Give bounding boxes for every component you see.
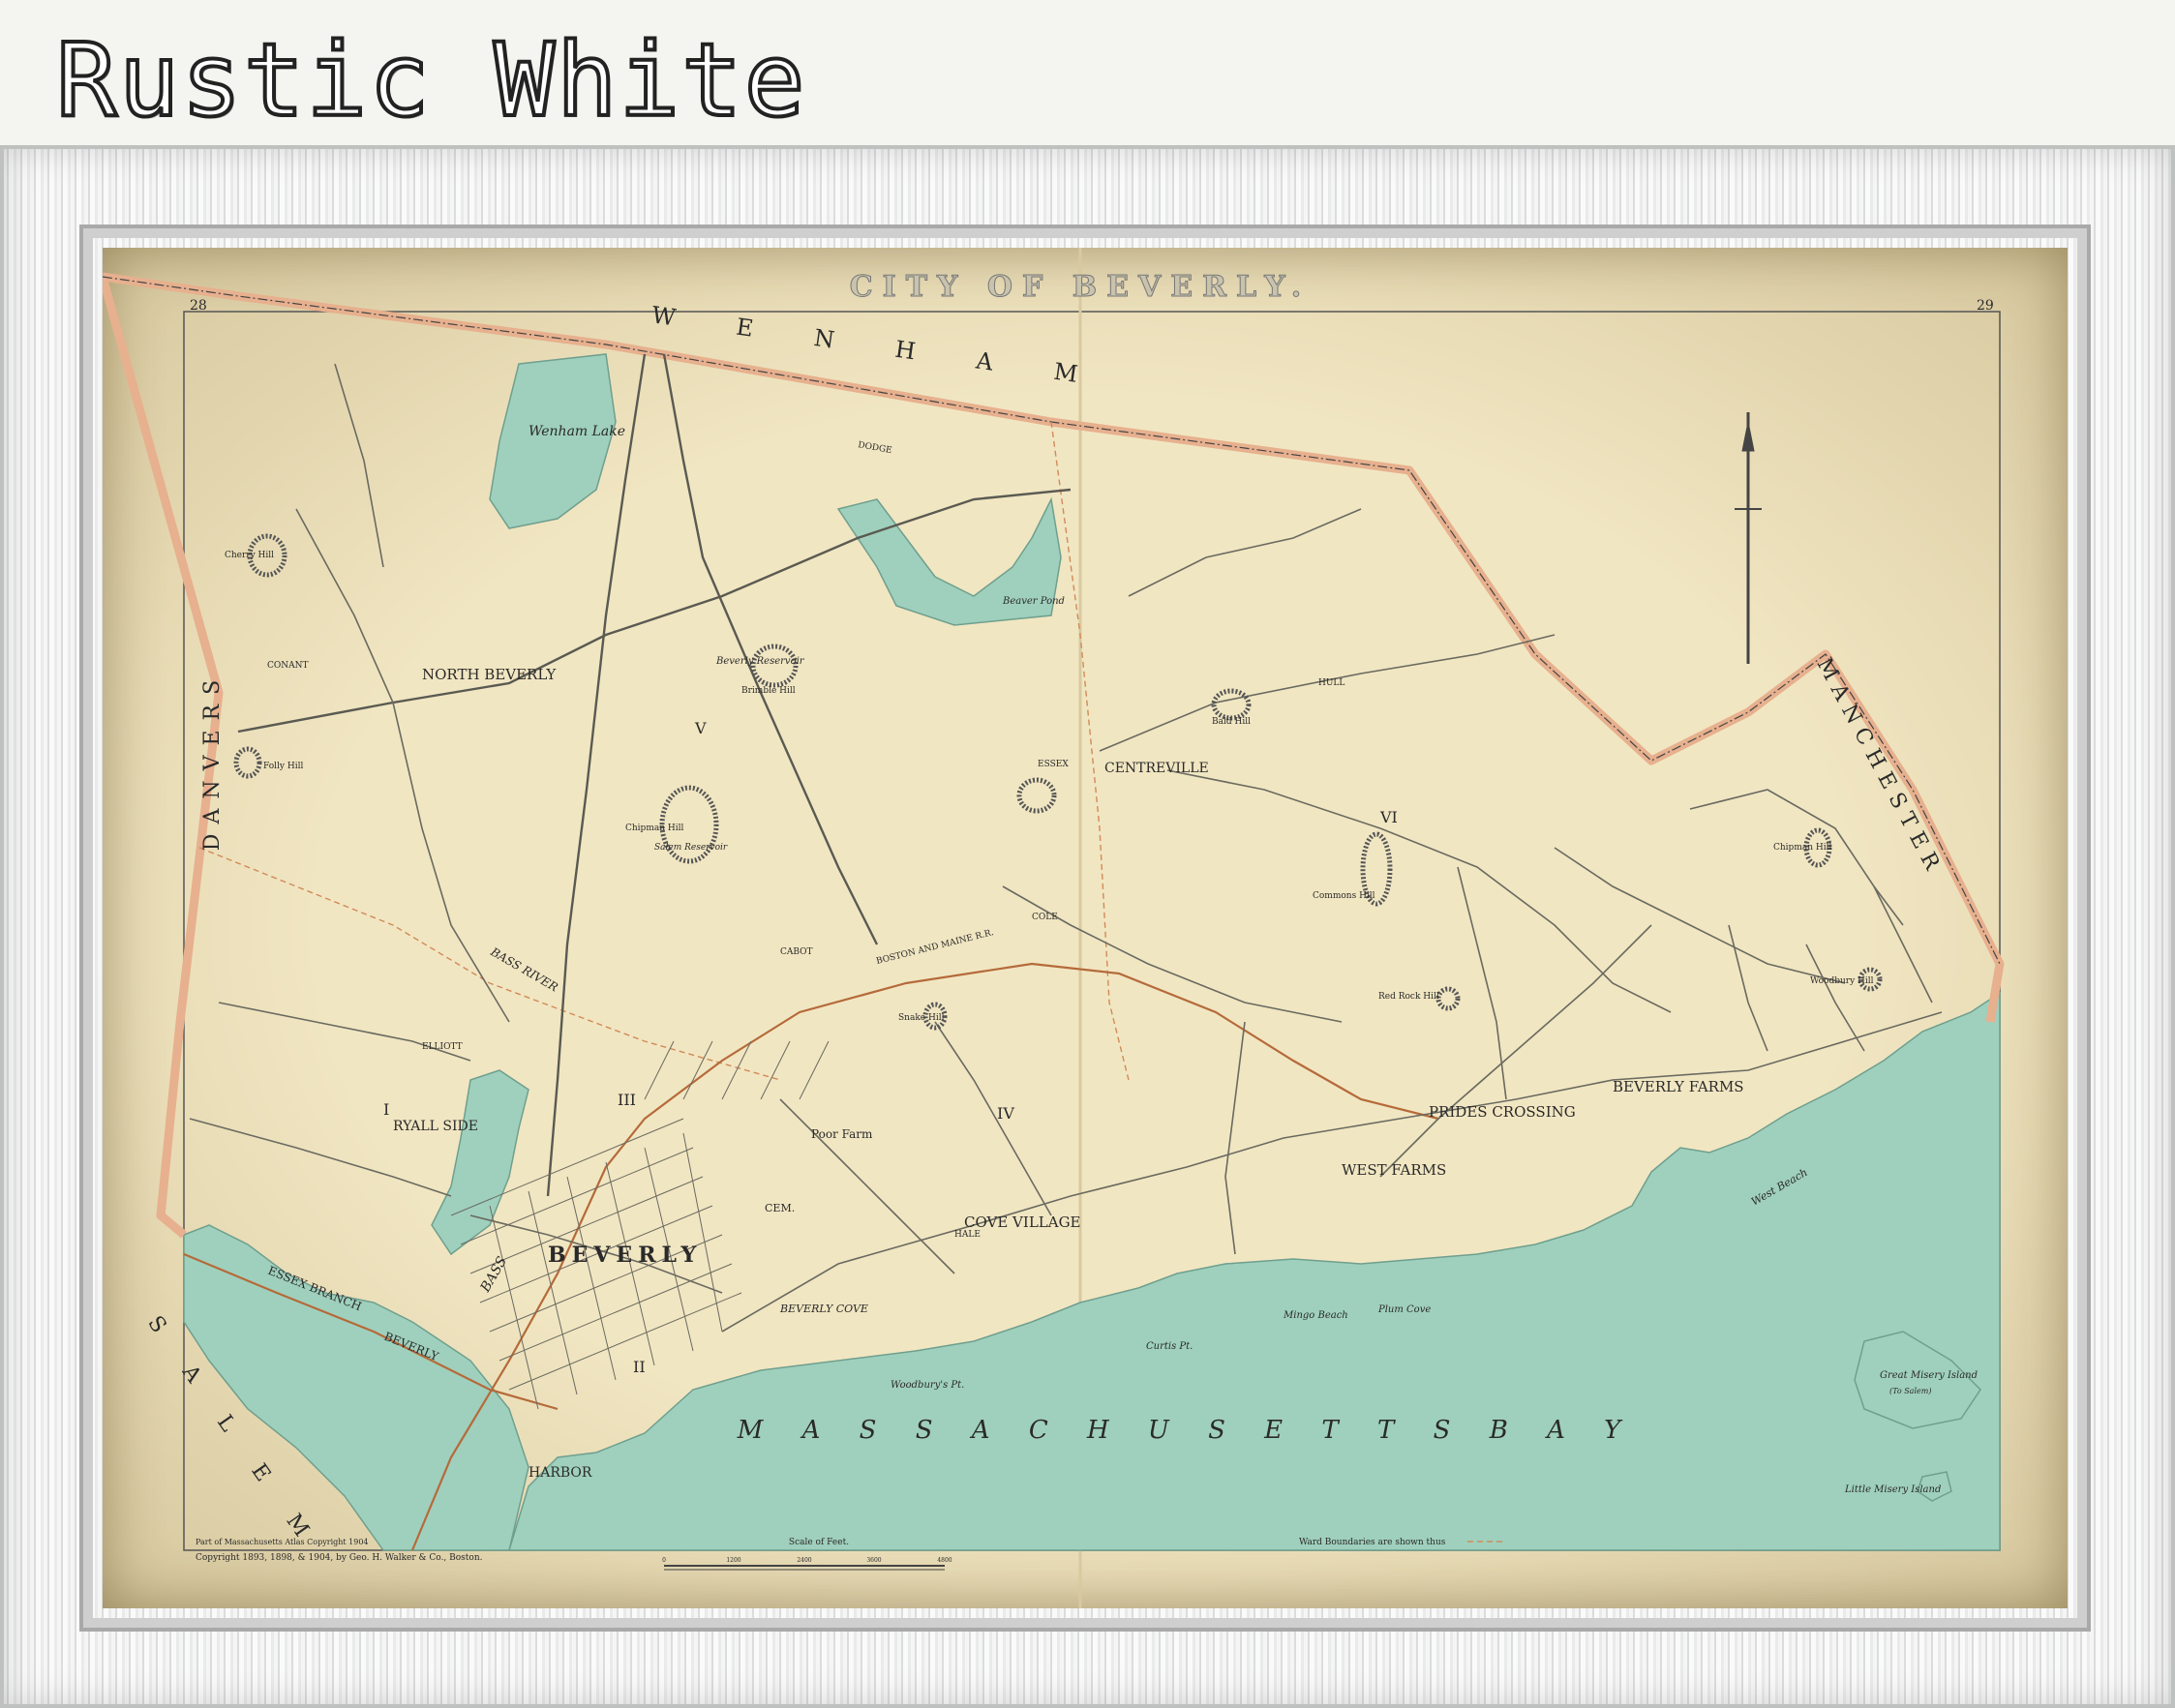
ward-boundary-2 [1050,421,1130,1081]
hill-label-chipman-left: Chipman Hill [625,824,683,833]
place-beverly-farms: BEVERLY FARMS [1613,1078,1744,1095]
water-label-harbor: HARBOR [529,1465,592,1481]
hill-label-brimble: Brimble Hill [741,686,796,696]
page-number-left: 28 [190,298,207,314]
water-label-massachusetts-bay: M A S S A C H U S E T T S B A Y [737,1416,1637,1445]
water-label-curtis-pt: Curtis Pt. [1146,1341,1193,1352]
massachusetts-bay-water [507,991,2001,1551]
water-label-great-misery: Great Misery Island [1880,1370,1978,1381]
road-label-cole: COLE [1032,913,1058,922]
place-ryall-side: RYALL SIDE [393,1119,478,1134]
scale-tick-3: 3600 [866,1557,881,1564]
town-label-danvers: DANVERS [200,671,225,851]
ward-6: VI [1379,808,1398,826]
ward-boundary [198,847,781,1081]
water-label-bass: BASS [477,1254,510,1296]
water-label-salem-reservoir: Salem Reservoir [654,843,728,853]
town-label-wenham: W E N H A M [649,301,1105,391]
place-beverly: BEVERLY [548,1243,702,1268]
water-label-beverly-reservoir: Beverly Reservoir [715,656,805,667]
beverly-map: CITY OF BEVERLY. 28 29 W E N H A M DANVE… [103,248,2005,1608]
page-number-right: 29 [1977,298,1994,314]
water-label-beaver-pond: Beaver Pond [1002,596,1065,607]
frame-style-label: Rustic White [54,19,807,141]
footer-copyright: Copyright 1893, 1898, & 1904, by Geo. H.… [196,1553,483,1563]
ward-3: III [618,1091,636,1109]
north-arrow [1735,412,1762,664]
road-label-conant: CONANT [267,661,309,671]
hills [233,533,1883,1031]
road-label-hale: HALE [954,1230,981,1240]
road-label-cabot: CABOT [780,947,813,957]
road-label-dodge: DODGE [857,440,892,456]
city-boundary [103,272,2005,1023]
footer-ward-note: Ward Boundaries are shown thus [1299,1538,1446,1547]
scale-tick-4: 4800 [937,1557,952,1564]
scale-title: Scale of Feet. [789,1538,849,1547]
place-poor-farm: Poor Farm [811,1127,873,1141]
place-cove-village: COVE VILLAGE [964,1214,1081,1231]
hill-label-commons: Commons Hill [1313,891,1375,901]
place-west-farms: WEST FARMS [1342,1161,1446,1179]
scale-tick-1: 1200 [726,1557,740,1564]
road-label-boston-maine: BOSTON AND MAINE R.R. [875,928,995,967]
hill-label-chipman-right: Chipman Hill [1773,843,1831,853]
scale-tick-2: 2400 [797,1557,811,1564]
ward-2: II [633,1358,646,1376]
ward-4: IV [997,1104,1014,1123]
road-label-hull: HULL [1318,678,1344,688]
map-paper: CITY OF BEVERLY. 28 29 W E N H A M DANVE… [103,248,2068,1608]
place-cemetery: CEM. [765,1202,795,1214]
hill-label-folly: Folly Hill [263,762,303,771]
map-title: CITY OF BEVERLY. [850,270,1311,304]
hill-label-cherry: Cherry Hill [225,551,274,560]
hill-label-red-rock: Red Rock Hill [1378,992,1439,1002]
footer-atlas-note: Part of Massachusetts Atlas Copyright 19… [196,1538,369,1546]
beverly-harbor-water [183,1224,529,1551]
water-label-plum-cove: Plum Cove [1377,1304,1431,1315]
scale-bar [664,1565,945,1571]
road-label-essex: ESSEX [1038,760,1069,769]
water-label-little-misery: Little Misery Island [1844,1484,1941,1495]
town-label-manchester: MANCHESTER [1812,654,1948,881]
place-centreville: CENTREVILLE [1104,761,1209,776]
water-label-wenham-lake: Wenham Lake [529,424,625,439]
ward-5: V [694,719,707,737]
place-north-beverly: NORTH BEVERLY [422,666,557,683]
hill-label-bald: Bald Hill [1212,717,1251,727]
road-label-elliott: ELLIOTT [422,1042,463,1052]
place-prides-crossing: PRIDES CROSSING [1429,1103,1576,1121]
water-label-mingo-beach: Mingo Beach [1283,1310,1348,1321]
wenham-lake-water [489,353,617,529]
ward-1: I [383,1100,389,1119]
hill-label-snake: Snake Hill [898,1013,945,1023]
water-label-woodburys-pt: Woodbury's Pt. [891,1380,964,1391]
water-label-beverly-cove: BEVERLY COVE [779,1303,868,1315]
hill-label-woodbury: Woodbury Hill [1810,976,1874,986]
scale-tick-0: 0 [662,1557,666,1564]
water-label-great-misery-note: (To Salem) [1889,1387,1931,1395]
